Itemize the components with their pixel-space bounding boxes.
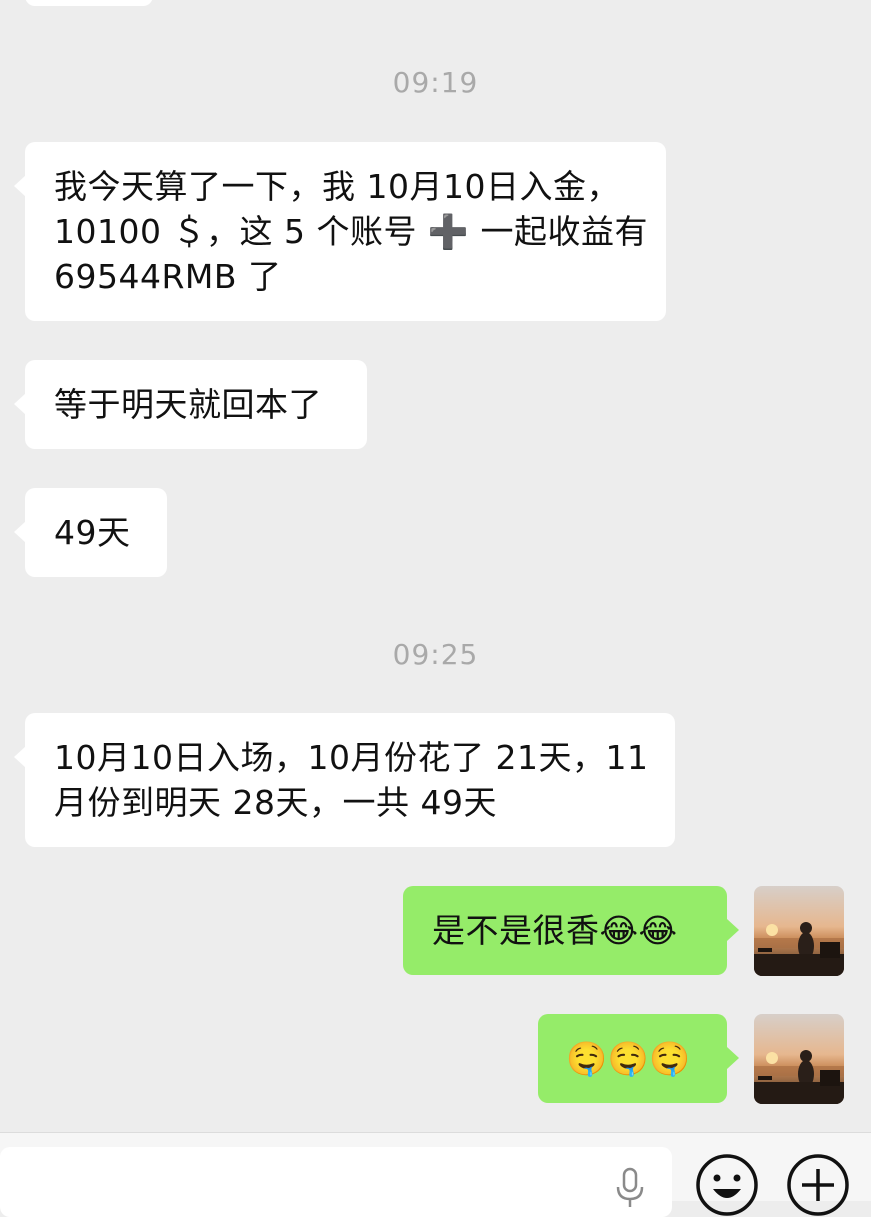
message-bubble[interactable]: 等于明天就回本了 <box>25 360 367 449</box>
message-bubble[interactable]: 49天 <box>25 488 167 577</box>
input-bar <box>0 1132 871 1217</box>
chat-area[interactable]: 09:19 我今天算了一下，我 10月10日入金， 10100 ＄，这 5 个账… <box>0 0 871 1132</box>
microphone-icon[interactable] <box>614 1167 646 1207</box>
message-line: 69544RMB 了 <box>54 257 282 296</box>
bubble-tail <box>727 1047 739 1069</box>
message-text: 等于明天就回本了 <box>54 385 322 424</box>
message-bubble[interactable]: 🤤🤤🤤 <box>538 1014 727 1103</box>
previous-message-bubble[interactable] <box>25 0 153 6</box>
sunset-photo-avatar-image <box>754 1014 844 1104</box>
sunset-photo-avatar-image <box>754 886 844 976</box>
avatar[interactable] <box>754 1014 844 1104</box>
avatar[interactable] <box>754 886 844 976</box>
bubble-tail <box>727 919 739 941</box>
plus-circle-icon[interactable] <box>786 1153 850 1217</box>
drooling-face-emoji: 🤤🤤🤤 <box>566 1039 691 1078</box>
message-text: 是不是很香 <box>432 911 600 950</box>
timestamp: 09:19 <box>392 66 479 99</box>
message-bubble[interactable]: 我今天算了一下，我 10月10日入金， 10100 ＄，这 5 个账号 ➕ 一起… <box>25 142 666 321</box>
message-line: 我今天算了一下，我 10月10日入金， <box>54 167 620 206</box>
message-line: 10100 ＄，这 5 个账号 ➕ 一起收益有 <box>54 212 649 251</box>
smiley-icon[interactable] <box>695 1153 759 1217</box>
timestamp: 09:25 <box>392 638 479 671</box>
message-line: 10月10日入场，10月份花了 21天，11 <box>54 738 649 777</box>
message-text: 49天 <box>54 513 131 552</box>
message-bubble[interactable]: 10月10日入场，10月份花了 21天，11 月份到明天 28天，一共 49天 <box>25 713 675 847</box>
message-bubble[interactable]: 是不是很香😂😂 <box>403 886 727 975</box>
message-line: 月份到明天 28天，一共 49天 <box>54 783 497 822</box>
tears-of-joy-emoji: 😂😂 <box>599 911 678 950</box>
message-input[interactable] <box>0 1147 672 1217</box>
